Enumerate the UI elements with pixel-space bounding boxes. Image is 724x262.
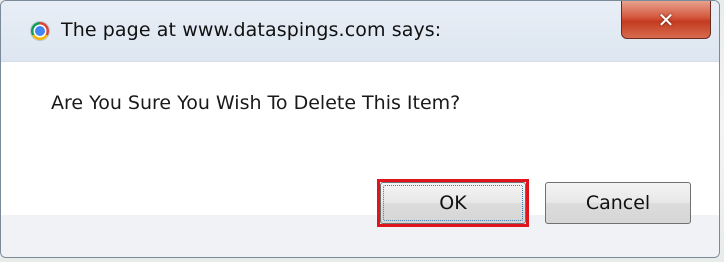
ok-button-label: OK: [383, 185, 523, 221]
chrome-icon: [31, 22, 49, 40]
dialog-titlebar: The page at www.dataspings.com says: ✕: [1, 1, 719, 61]
close-icon: ✕: [657, 7, 675, 32]
ok-button[interactable]: OK: [380, 182, 526, 224]
dialog-title: The page at www.dataspings.com says:: [61, 19, 442, 41]
dialog-message: Are You Sure You Wish To Delete This Ite…: [51, 92, 461, 114]
close-button[interactable]: ✕: [621, 1, 711, 39]
cancel-button[interactable]: Cancel: [545, 182, 691, 224]
